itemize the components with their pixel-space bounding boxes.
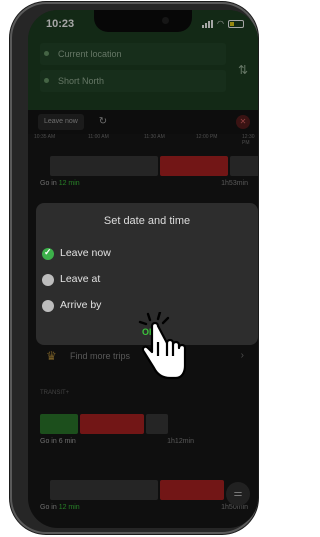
- radio-icon[interactable]: [42, 300, 54, 312]
- option-label: Arrive by: [60, 299, 102, 311]
- radio-checked-icon[interactable]: [42, 247, 54, 260]
- option-label: Leave now: [60, 247, 111, 259]
- app-screen: Current location Short North ⇅ 10:23 ◠ L…: [28, 10, 258, 528]
- dialog-title: Set date and time: [103, 215, 191, 227]
- hand-pointer-icon: [138, 312, 187, 380]
- radio-icon[interactable]: [42, 274, 54, 286]
- option-leave-at[interactable]: Leave at: [42, 271, 242, 289]
- option-label: Leave at: [60, 273, 101, 285]
- option-leave-now[interactable]: Leave now: [42, 245, 242, 263]
